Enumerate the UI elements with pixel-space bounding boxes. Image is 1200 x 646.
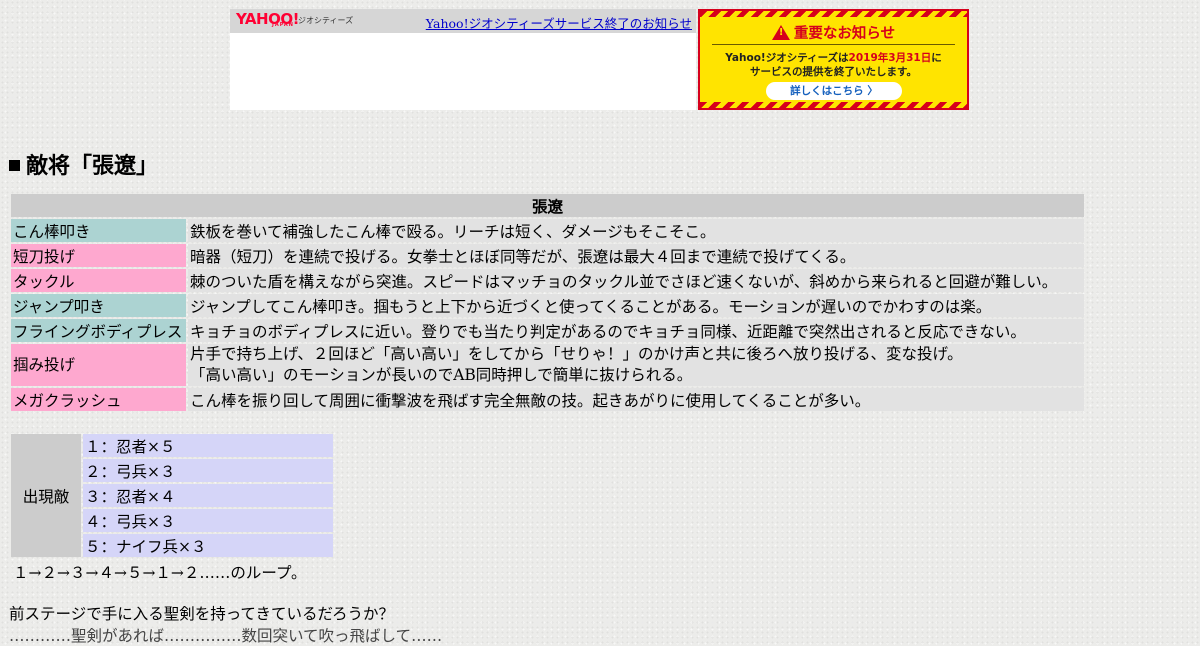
- table-row: タックル 棘のついた盾を構えながら突進。スピードはマッチョのタックル並でさほど速…: [11, 269, 1084, 292]
- table-row: メガクラッシュ こん棒を振り回して周囲に衝撃波を飛ばす完全無敵の技。起きあがりに…: [11, 388, 1084, 411]
- move-description: ジャンプしてこん棒叩き。掴もうと上下から近づくと使ってくることがある。モーション…: [188, 294, 1084, 317]
- geocities-service-name: ジオシティーズ: [298, 16, 354, 25]
- table-row: こん棒叩き 鉄板を巻いて補強したこん棒で殴る。リーチは短く、ダメージもそこそこ。: [11, 219, 1084, 242]
- move-name: メガクラッシュ: [11, 388, 186, 411]
- enemies-table: 出現敵 １：忍者×５ ２：弓兵×３ ３：忍者×４ ４：弓兵×３ ５：ナイフ兵×３: [9, 432, 335, 559]
- move-description: こん棒を振り回して周囲に衝撃波を飛ばす完全無敵の技。起きあがりに使用してくること…: [188, 388, 1084, 411]
- move-description: 鉄板を巻いて補強したこん棒で殴る。リーチは短く、ダメージもそこそこ。: [188, 219, 1084, 242]
- geocities-banner-bar: YAHOO! JAPAN ジオシティーズ Yahoo!ジオシティーズサービス終了…: [230, 9, 696, 33]
- page-heading-text: 敵将「張遼」: [26, 153, 159, 179]
- enemies-label: 出現敵: [11, 434, 81, 557]
- notice-date: 2019年3月31日: [848, 52, 932, 64]
- details-button[interactable]: 詳しくはこちら 〉: [766, 82, 902, 100]
- loop-note: １→２→３→４→５→１→２……のループ。: [13, 564, 307, 582]
- enemy-wave: ５：ナイフ兵×３: [83, 534, 333, 557]
- table-row: ジャンプ叩き ジャンプしてこん棒叩き。掴もうと上下から近づくと使ってくることがあ…: [11, 294, 1084, 317]
- notice-line2: サービスの提供を終了いたします。: [750, 66, 917, 78]
- enemy-wave: ２：弓兵×３: [83, 459, 333, 482]
- move-description-line1: 片手で持ち上げ、２回ほど「高い高い」をしてから「せりゃ！」のかけ声と共に後ろへ放…: [190, 345, 963, 363]
- important-notice-banner[interactable]: ! 重要なお知らせ Yahoo!ジオシティーズは2019年3月31日に サービスの…: [698, 9, 969, 110]
- geocities-banner: YAHOO! JAPAN ジオシティーズ Yahoo!ジオシティーズサービス終了…: [230, 9, 696, 110]
- enemy-wave: ４：弓兵×３: [83, 509, 333, 532]
- notice-divider: [712, 44, 955, 45]
- moves-table-header-row: 張遼: [11, 194, 1084, 217]
- move-description-line2: 「高い高い」のモーションが長いのでAB同時押しで簡単に抜けられる。: [190, 366, 693, 384]
- move-name: こん棒叩き: [11, 219, 186, 242]
- move-name: 短刀投げ: [11, 244, 186, 267]
- table-row: 掴み投げ 片手で持ち上げ、２回ほど「高い高い」をしてから「せりゃ！」のかけ声と共…: [11, 344, 1084, 386]
- body-paragraph: 前ステージで手に入る聖剣を持ってきているだろうか？: [9, 605, 395, 623]
- moves-table: 張遼 こん棒叩き 鉄板を巻いて補強したこん棒で殴る。リーチは短く、ダメージもそこ…: [9, 192, 1086, 413]
- service-end-notice-link[interactable]: Yahoo!ジオシティーズサービス終了のお知らせ: [426, 13, 692, 32]
- enemy-wave: １：忍者×５: [83, 434, 333, 457]
- notice-line1-b: に: [931, 52, 942, 64]
- page-heading: 敵将「張遼」: [9, 148, 158, 180]
- notice-heading: ! 重要なお知らせ: [700, 22, 967, 43]
- move-description: 暗器（短刀）を連続で投げる。女拳士とほぼ同等だが、張遼は最大４回まで連続で投げて…: [188, 244, 1084, 267]
- yahoo-logo[interactable]: YAHOO! JAPAN ジオシティーズ: [236, 12, 353, 28]
- move-description: 片手で持ち上げ、２回ほど「高い高い」をしてから「せりゃ！」のかけ声と共に後ろへ放…: [188, 344, 1084, 386]
- notice-title: 重要なお知らせ: [793, 26, 896, 42]
- move-name: 掴み投げ: [11, 344, 186, 386]
- table-row: 出現敵 １：忍者×５: [11, 434, 333, 557]
- move-name: フライングボディプレス: [11, 319, 186, 342]
- moves-table-header: 張遼: [11, 194, 1084, 217]
- notice-line1-a: Yahoo!ジオシティーズは: [725, 52, 849, 64]
- table-row: 短刀投げ 暗器（短刀）を連続で投げる。女拳士とほぼ同等だが、張遼は最大４回まで連…: [11, 244, 1084, 267]
- move-description: 棘のついた盾を構えながら突進。スピードはマッチョのタックル並でさほど速くないが、…: [188, 269, 1084, 292]
- move-description: キョチョのボディプレスに近い。登りでも当たり判定があるのでキョチョ同様、近距離で…: [188, 319, 1084, 342]
- square-bullet-icon: [9, 160, 20, 171]
- body-paragraph-cutoff: …………聖剣があれば……………数回突いて吹っ飛ばして……: [9, 627, 443, 645]
- enemy-wave: ３：忍者×４: [83, 484, 333, 507]
- move-name: ジャンプ叩き: [11, 294, 186, 317]
- notice-text: Yahoo!ジオシティーズは2019年3月31日に サービスの提供を終了いたしま…: [700, 51, 967, 79]
- warning-icon: !: [771, 25, 790, 40]
- table-row: フライングボディプレス キョチョのボディプレスに近い。登りでも当たり判定があるの…: [11, 319, 1084, 342]
- move-name: タックル: [11, 269, 186, 292]
